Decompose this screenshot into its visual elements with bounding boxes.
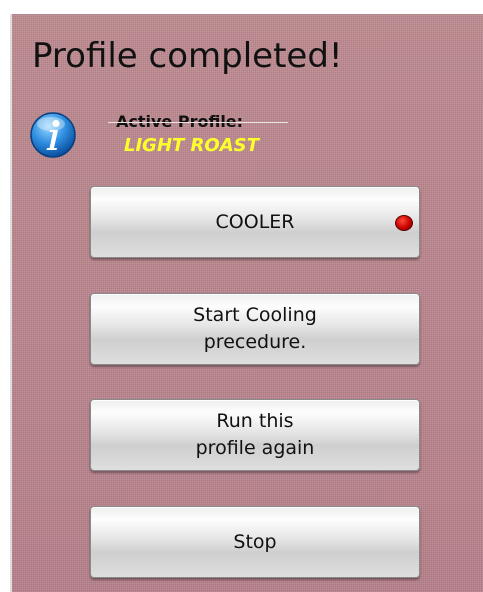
stop-button-label: Stop [233,530,277,553]
start-cooling-button-label: Start Cooling precedure. [193,304,317,353]
stop-button[interactable]: Stop [90,506,420,578]
red-led-icon [395,215,413,231]
run-profile-again-button[interactable]: Run this profile again [90,399,420,471]
page-title: Profile completed! [32,36,343,76]
divider [108,122,288,123]
profile-panel: Profile completed! Active Profile: LIGHT… [10,14,483,592]
start-cooling-button[interactable]: Start Cooling precedure. [90,293,420,365]
active-profile-name: LIGHT ROAST [124,135,259,156]
cooler-button[interactable]: COOLER [90,186,420,258]
run-profile-again-button-label: Run this profile again [195,410,315,459]
cooler-button-label: COOLER [215,210,295,233]
info-icon [30,112,76,158]
